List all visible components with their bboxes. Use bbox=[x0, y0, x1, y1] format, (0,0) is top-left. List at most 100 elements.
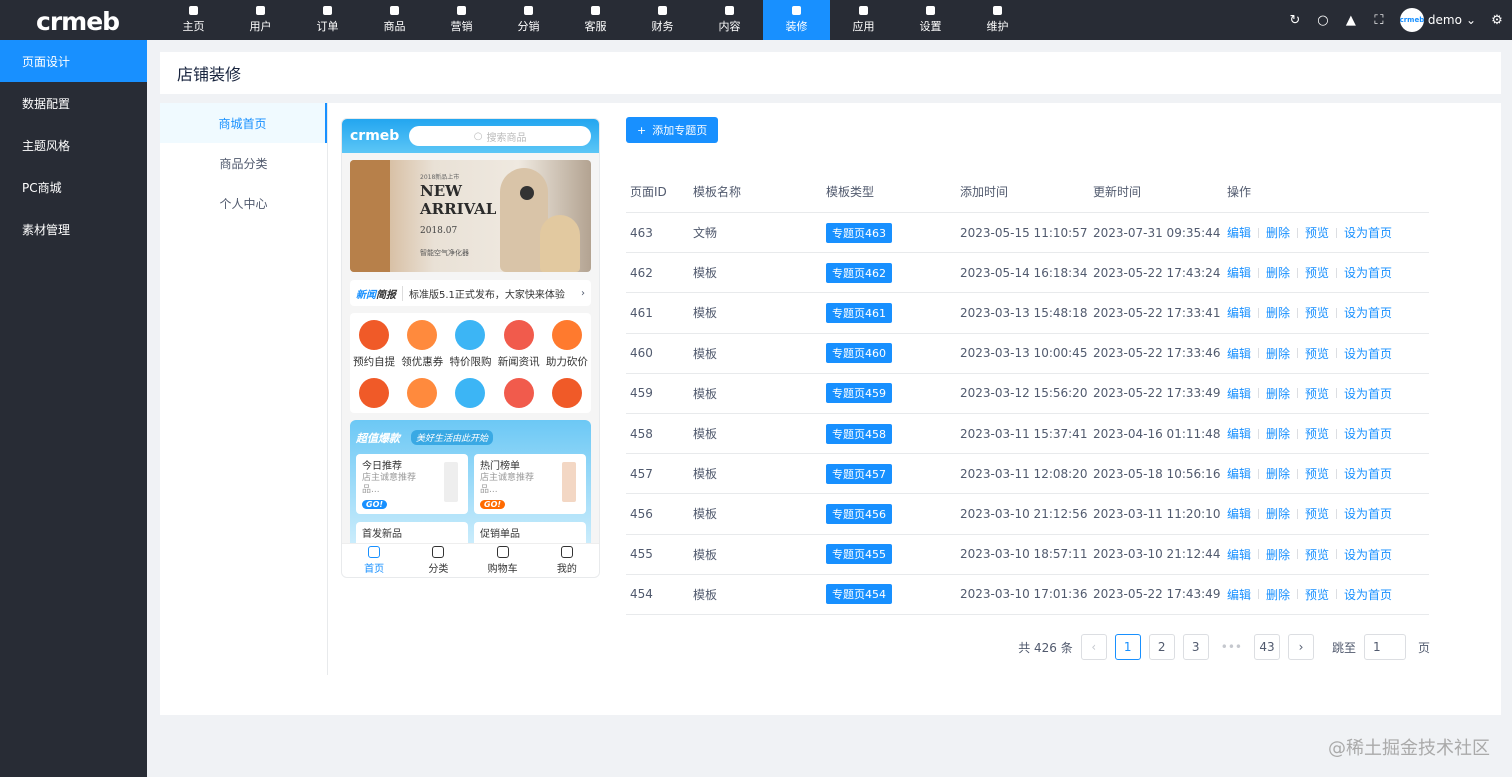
delete-button[interactable]: 删除 bbox=[1266, 586, 1290, 603]
cube-icon bbox=[859, 6, 868, 15]
delete-button[interactable]: 删除 bbox=[1266, 546, 1290, 563]
preview-button[interactable]: 预览 bbox=[1305, 224, 1329, 241]
prev-page-button[interactable]: ‹ bbox=[1080, 634, 1107, 660]
cell-name: 模板 bbox=[693, 507, 718, 522]
user-menu[interactable]: crmeb demo ⌄ bbox=[1400, 8, 1476, 32]
delete-button[interactable]: 删除 bbox=[1266, 465, 1290, 482]
nav-item-11[interactable]: 设置 bbox=[897, 0, 964, 40]
main-panel: 商城首页 商品分类 个人中心 crmeb ○ 搜索商品 2018新品上市 NEW AR… bbox=[160, 103, 1501, 715]
sidebar-item[interactable]: PC商城 bbox=[0, 166, 147, 208]
row-actions: 编辑 删除 预览 设为首页 bbox=[1227, 546, 1429, 563]
subnav-item[interactable]: 商品分类 bbox=[160, 143, 327, 183]
preview-button[interactable]: 预览 bbox=[1305, 546, 1329, 563]
cell-id: 463 bbox=[630, 225, 653, 240]
table-row: 456 模板 专题页456 2023-03-10 21:12:56 2023-03-11… bbox=[626, 494, 1429, 535]
preview-button[interactable]: 预览 bbox=[1305, 465, 1329, 482]
sidebar-item[interactable]: 数据配置 bbox=[0, 82, 147, 124]
delete-button[interactable]: 删除 bbox=[1266, 224, 1290, 241]
search-icon[interactable]: ○ bbox=[1316, 13, 1330, 28]
next-page-button[interactable]: › bbox=[1287, 634, 1314, 660]
edit-button[interactable]: 编辑 bbox=[1227, 586, 1251, 603]
divider bbox=[1297, 468, 1299, 479]
cell-updated: 2023-03-11 11:20:10 bbox=[1093, 506, 1221, 521]
refresh-icon[interactable]: ↻ bbox=[1288, 13, 1302, 28]
row-actions: 编辑 删除 预览 设为首页 bbox=[1227, 505, 1429, 522]
table-body: 463 文畅 专题页463 2023-05-15 11:10:57 2023-07-31… bbox=[626, 213, 1429, 615]
page-button[interactable]: 2 bbox=[1148, 634, 1175, 660]
set-homepage-button[interactable]: 设为首页 bbox=[1344, 546, 1392, 563]
set-homepage-button[interactable]: 设为首页 bbox=[1344, 465, 1392, 482]
type-tag: 专题页463 bbox=[826, 222, 892, 243]
page-button[interactable]: 43 bbox=[1253, 634, 1280, 660]
preview-button[interactable]: 预览 bbox=[1305, 385, 1329, 402]
nav-item-7[interactable]: 财务 bbox=[629, 0, 696, 40]
set-homepage-button[interactable]: 设为首页 bbox=[1344, 385, 1392, 402]
set-homepage-button[interactable]: 设为首页 bbox=[1344, 224, 1392, 241]
sidebar-item[interactable]: 素材管理 bbox=[0, 208, 147, 250]
gear-icon[interactable]: ⚙ bbox=[1490, 13, 1504, 28]
nav-item-9[interactable]: 装修 bbox=[763, 0, 830, 40]
set-homepage-button[interactable]: 设为首页 bbox=[1344, 505, 1392, 522]
nav-item-4[interactable]: 营销 bbox=[428, 0, 495, 40]
edit-button[interactable]: 编辑 bbox=[1227, 345, 1251, 362]
phone-promo: 超值爆款 美好生活由此开始 今日推荐 店主诚意推荐 品... GO! 热门榜单 … bbox=[350, 420, 591, 577]
jump-page-input[interactable]: 1 bbox=[1363, 634, 1406, 660]
cell-name: 模板 bbox=[693, 467, 718, 482]
set-homepage-button[interactable]: 设为首页 bbox=[1344, 304, 1392, 321]
edit-button[interactable]: 编辑 bbox=[1227, 546, 1251, 563]
edit-button[interactable]: 编辑 bbox=[1227, 465, 1251, 482]
chat-icon bbox=[591, 6, 600, 15]
delete-button[interactable]: 删除 bbox=[1266, 385, 1290, 402]
preview-button[interactable]: 预览 bbox=[1305, 425, 1329, 442]
edit-button[interactable]: 编辑 bbox=[1227, 224, 1251, 241]
nav-item-12[interactable]: 维护 bbox=[964, 0, 1031, 40]
nav-item-1[interactable]: 用户 bbox=[227, 0, 294, 40]
preview-button[interactable]: 预览 bbox=[1305, 505, 1329, 522]
add-topic-page-button[interactable]: + 添加专题页 bbox=[626, 117, 719, 143]
page-button[interactable]: 3 bbox=[1182, 634, 1209, 660]
nav-item-3[interactable]: 商品 bbox=[361, 0, 428, 40]
nav-item-5[interactable]: 分销 bbox=[495, 0, 562, 40]
set-homepage-button[interactable]: 设为首页 bbox=[1344, 345, 1392, 362]
brand-logo[interactable]: crmeb bbox=[36, 7, 120, 36]
sidebar-item[interactable]: 主题风格 bbox=[0, 124, 147, 166]
nav-item-8[interactable]: 内容 bbox=[696, 0, 763, 40]
icon-grid-label: 领优惠券 bbox=[401, 356, 444, 368]
nav-item-2[interactable]: 订单 bbox=[294, 0, 361, 40]
table-row: 463 文畅 专题页463 2023-05-15 11:10:57 2023-07-31… bbox=[626, 213, 1429, 254]
edit-button[interactable]: 编辑 bbox=[1227, 385, 1251, 402]
subnav-item[interactable]: 商城首页 bbox=[160, 103, 327, 143]
delete-button[interactable]: 删除 bbox=[1266, 264, 1290, 281]
edit-button[interactable]: 编辑 bbox=[1227, 425, 1251, 442]
nav-item-0[interactable]: 主页 bbox=[160, 0, 227, 40]
delete-button[interactable]: 删除 bbox=[1266, 345, 1290, 362]
more-pages-button[interactable]: ••• bbox=[1216, 634, 1246, 660]
preview-button[interactable]: 预览 bbox=[1305, 264, 1329, 281]
preview-button[interactable]: 预览 bbox=[1305, 586, 1329, 603]
promo-title: 超值爆款 bbox=[356, 432, 400, 445]
preview-button[interactable]: 预览 bbox=[1305, 304, 1329, 321]
edit-button[interactable]: 编辑 bbox=[1227, 505, 1251, 522]
subnav-item[interactable]: 个人中心 bbox=[160, 183, 327, 223]
set-homepage-button[interactable]: 设为首页 bbox=[1344, 425, 1392, 442]
edit-button[interactable]: 编辑 bbox=[1227, 264, 1251, 281]
promo-card: 今日推荐 店主诚意推荐 品... GO! bbox=[356, 454, 468, 514]
cell-added: 2023-03-13 15:48:18 bbox=[960, 305, 1088, 320]
set-homepage-button[interactable]: 设为首页 bbox=[1344, 264, 1392, 281]
preview-button[interactable]: 预览 bbox=[1305, 345, 1329, 362]
nav-item-10[interactable]: 应用 bbox=[830, 0, 897, 40]
cell-updated: 2023-05-22 17:43:24 bbox=[1093, 265, 1221, 280]
delete-button[interactable]: 删除 bbox=[1266, 505, 1290, 522]
divider bbox=[1258, 589, 1260, 600]
bell-icon[interactable]: ▲ bbox=[1344, 13, 1358, 28]
delete-button[interactable]: 删除 bbox=[1266, 304, 1290, 321]
delete-button[interactable]: 删除 bbox=[1266, 425, 1290, 442]
edit-button[interactable]: 编辑 bbox=[1227, 304, 1251, 321]
page-button[interactable]: 1 bbox=[1114, 634, 1141, 660]
cell-id: 456 bbox=[630, 506, 653, 521]
set-homepage-button[interactable]: 设为首页 bbox=[1344, 586, 1392, 603]
fullscreen-icon[interactable]: ⛶ bbox=[1372, 13, 1386, 28]
cell-type: 专题页463 bbox=[826, 222, 960, 243]
nav-item-6[interactable]: 客服 bbox=[562, 0, 629, 40]
sidebar-item[interactable]: 页面设计 bbox=[0, 40, 147, 82]
